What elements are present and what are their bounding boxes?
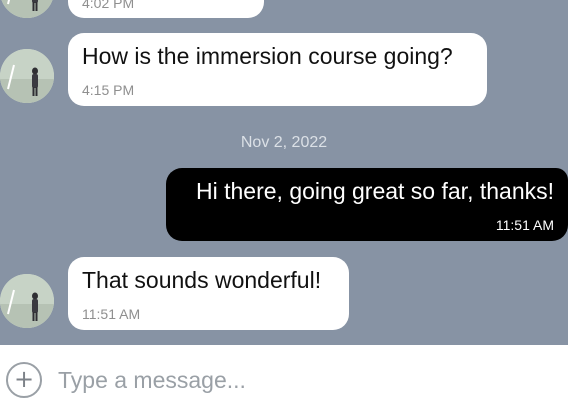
message-timestamp: 4:02 PM — [82, 0, 135, 11]
plus-circle-icon[interactable]: + — [6, 362, 42, 398]
message-text: Hi there, going great so far, thanks! — [196, 178, 554, 204]
message-bubble-incoming[interactable]: That sounds wonderful! 11:51 AM — [68, 257, 349, 330]
date-divider: Nov 2, 2022 — [240, 134, 328, 151]
message-composer: + — [0, 345, 568, 401]
message-bubble-previous[interactable]: 4:02 PM — [68, 0, 264, 18]
message-timestamp: 11:51 AM — [495, 217, 554, 233]
contact-avatar[interactable] — [0, 49, 54, 103]
message-input[interactable] — [58, 363, 538, 397]
avatar-photo-icon — [0, 274, 54, 328]
contact-avatar[interactable] — [0, 274, 54, 328]
avatar-photo-icon — [0, 0, 54, 18]
message-bubble-incoming[interactable]: How is the immersion course going? 4:15 … — [68, 33, 487, 106]
message-text: How is the immersion course going? — [82, 43, 453, 69]
message-timestamp: 4:15 PM — [82, 82, 135, 98]
message-text: That sounds wonderful! — [82, 267, 322, 293]
contact-avatar[interactable] — [0, 0, 54, 18]
message-timestamp: 11:51 AM — [82, 306, 141, 322]
chat-area[interactable]: 4:02 PM How is the immersion course goin… — [0, 0, 568, 345]
message-bubble-outgoing[interactable]: Hi there, going great so far, thanks! 11… — [166, 168, 568, 241]
avatar-photo-icon — [0, 49, 54, 103]
